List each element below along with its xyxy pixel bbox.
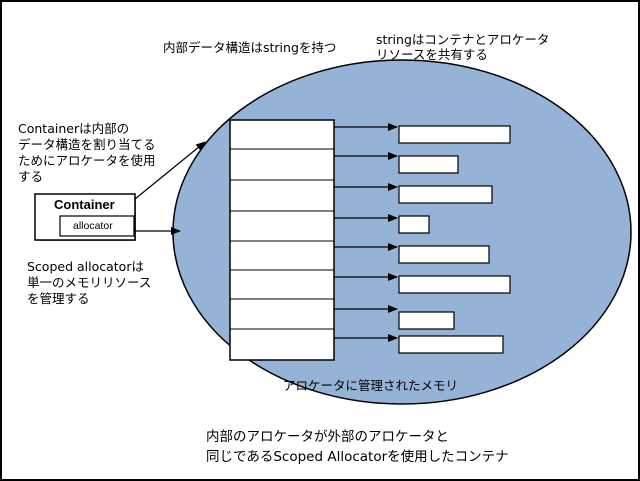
string-box	[398, 245, 490, 264]
string-box	[398, 215, 430, 234]
internal-data-structure	[229, 119, 335, 361]
label-scoped-line2: 単一のメモリリソース	[27, 275, 152, 290]
caption-line2: 同じであるScoped Allocatorを使用したコンテナ	[206, 449, 509, 465]
string-box	[398, 185, 493, 204]
label-string-shares-line1: stringはコンテナとアロケータ	[376, 32, 550, 47]
label-scoped-line3: を管理する	[27, 291, 90, 306]
label-container-alloc-line2: データ構造を割り当てる	[18, 137, 156, 152]
label-internal-uses-string: 内部データ構造はstringを持つ	[163, 40, 337, 55]
data-structure-outer	[229, 119, 335, 361]
label-string-shares-line2: リソースを共有する	[376, 47, 488, 62]
label-managed-memory: アロケータに管理されたメモリ	[283, 378, 459, 393]
string-box	[398, 335, 504, 354]
string-box	[398, 275, 511, 294]
label-container-alloc-line3: ためにアロケータを使用	[18, 153, 156, 168]
string-box	[398, 311, 455, 330]
diagram-canvas	[34, 59, 632, 405]
allocator-label: allocator	[73, 220, 113, 232]
label-container-alloc-line4: する	[18, 169, 44, 184]
caption-line1: 内部のアロケータが外部のアロケータと	[206, 429, 449, 445]
container-title: Container	[54, 197, 115, 212]
label-scoped-line1: Scoped allocatorは	[27, 259, 144, 274]
string-box	[398, 125, 511, 144]
label-container-alloc-line1: Containerは内部の	[18, 121, 130, 136]
string-box	[398, 155, 459, 174]
